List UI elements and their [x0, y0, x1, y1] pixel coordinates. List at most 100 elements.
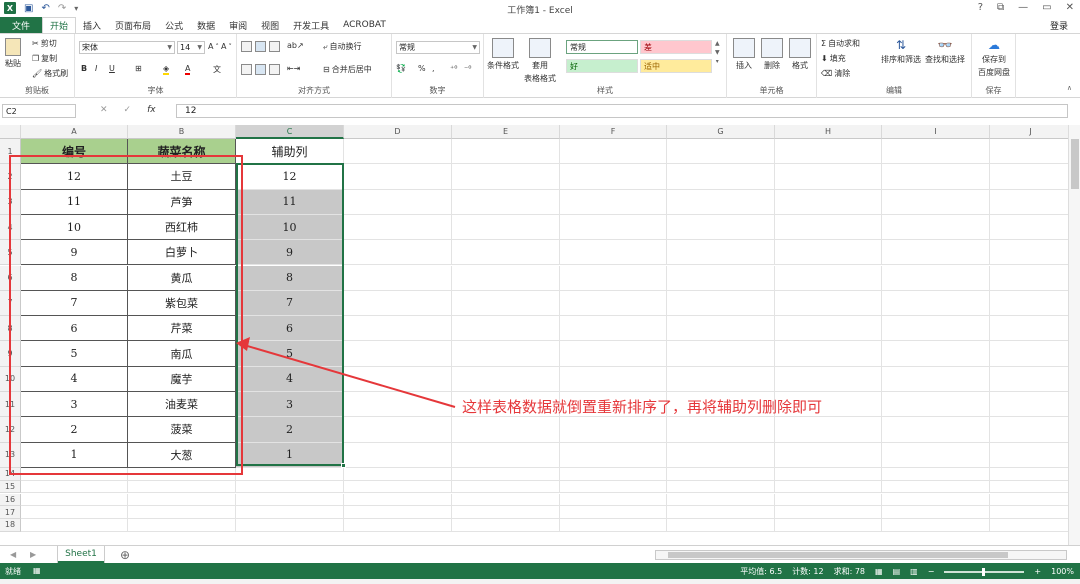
- cell-b16[interactable]: [128, 493, 236, 507]
- cell-f7[interactable]: [560, 290, 667, 317]
- cell-f16[interactable]: [560, 493, 667, 507]
- cell-f4[interactable]: [560, 214, 667, 241]
- cell-d1[interactable]: [344, 139, 452, 165]
- cell-b1[interactable]: 蔬菜名称: [128, 139, 236, 165]
- bottom-align-button[interactable]: [269, 41, 280, 52]
- find-select-button[interactable]: 👓 查找和选择: [925, 38, 965, 65]
- autosum-button[interactable]: Σ 自动求和: [821, 38, 860, 49]
- cell-g16[interactable]: [667, 493, 775, 507]
- next-sheet-icon[interactable]: ▶: [30, 550, 36, 559]
- styles-scroll[interactable]: ▲ ▼ ▾: [715, 40, 720, 65]
- fill-color-button[interactable]: ◈: [163, 64, 170, 75]
- cell-i18[interactable]: [882, 519, 990, 532]
- row-header-9[interactable]: 9: [0, 341, 21, 367]
- macro-record-icon[interactable]: ▦: [33, 566, 41, 577]
- cell-h3[interactable]: [775, 189, 882, 215]
- column-header-h[interactable]: H: [775, 125, 882, 139]
- cell-a15[interactable]: [21, 480, 128, 494]
- cell-d6[interactable]: [344, 265, 452, 291]
- cell-b12[interactable]: 菠菜: [128, 417, 236, 443]
- tab-view[interactable]: 视图: [254, 17, 286, 33]
- borders-button[interactable]: ⊞: [135, 64, 142, 73]
- column-header-j[interactable]: J: [990, 125, 1072, 139]
- italic-button[interactable]: I: [95, 64, 97, 73]
- increase-decimal-button[interactable]: ⁺⁰: [450, 64, 457, 73]
- horizontal-scroll-thumb[interactable]: [668, 552, 1008, 558]
- cell-i9[interactable]: [882, 341, 990, 367]
- cell-a6[interactable]: 8: [21, 265, 128, 291]
- style-bad[interactable]: 差: [640, 40, 712, 54]
- font-color-button[interactable]: A: [185, 64, 191, 75]
- cell-e10[interactable]: [452, 366, 560, 392]
- cell-h10[interactable]: [775, 366, 882, 392]
- fill-handle[interactable]: [341, 463, 346, 468]
- close-button[interactable]: ✕: [1066, 2, 1074, 13]
- tab-insert[interactable]: 插入: [76, 17, 108, 33]
- cell-b5[interactable]: 白萝卜: [128, 240, 236, 266]
- page-layout-view-icon[interactable]: ▤: [893, 567, 901, 576]
- cell-d2[interactable]: [344, 164, 452, 190]
- cell-j12[interactable]: [990, 417, 1072, 443]
- fill-button[interactable]: ⬇ 填充: [821, 53, 846, 64]
- cell-h16[interactable]: [775, 493, 882, 507]
- percent-button[interactable]: %: [418, 64, 426, 73]
- row-header-8[interactable]: 8: [0, 316, 21, 342]
- cell-j17[interactable]: [990, 506, 1072, 520]
- cell-i5[interactable]: [882, 240, 990, 266]
- cell-e13[interactable]: [452, 442, 560, 468]
- cell-c5[interactable]: 9: [236, 240, 344, 266]
- number-format-combo[interactable]: 常规 ▼: [396, 41, 480, 54]
- cell-j18[interactable]: [990, 519, 1072, 532]
- cell-f14[interactable]: [560, 467, 667, 481]
- column-header-g[interactable]: G: [667, 125, 775, 139]
- cell-d7[interactable]: [344, 290, 452, 317]
- merge-center-button[interactable]: ⊟ 合并后居中: [323, 64, 372, 75]
- cell-a18[interactable]: [21, 519, 128, 532]
- cell-e3[interactable]: [452, 189, 560, 215]
- row-header-17[interactable]: 17: [0, 506, 21, 520]
- insert-cells-button[interactable]: 插入: [733, 38, 755, 71]
- cell-g7[interactable]: [667, 290, 775, 317]
- cell-d8[interactable]: [344, 316, 452, 342]
- cell-a10[interactable]: 4: [21, 366, 128, 392]
- cell-g6[interactable]: [667, 265, 775, 291]
- cell-a5[interactable]: 9: [21, 240, 128, 266]
- cell-b3[interactable]: 芦笋: [128, 189, 236, 215]
- cell-i6[interactable]: [882, 265, 990, 291]
- cell-e15[interactable]: [452, 480, 560, 494]
- underline-button[interactable]: U: [109, 64, 115, 73]
- cell-g2[interactable]: [667, 164, 775, 190]
- cell-a1[interactable]: 编号: [21, 139, 128, 165]
- zoom-in-button[interactable]: +: [1034, 567, 1041, 576]
- cell-c15[interactable]: [236, 480, 344, 494]
- orientation-button[interactable]: ab↗: [287, 41, 304, 50]
- cell-g3[interactable]: [667, 189, 775, 215]
- cell-d3[interactable]: [344, 189, 452, 215]
- cell-g18[interactable]: [667, 519, 775, 532]
- tab-acrobat[interactable]: ACROBAT: [336, 17, 393, 33]
- cell-j10[interactable]: [990, 366, 1072, 392]
- cell-h7[interactable]: [775, 290, 882, 317]
- cell-a3[interactable]: 11: [21, 189, 128, 215]
- cell-b15[interactable]: [128, 480, 236, 494]
- row-header-10[interactable]: 10: [0, 366, 21, 392]
- cell-g8[interactable]: [667, 316, 775, 342]
- row-header-13[interactable]: 13: [0, 442, 21, 468]
- format-cells-button[interactable]: 格式: [789, 38, 811, 71]
- vertical-scroll-thumb[interactable]: [1071, 139, 1079, 189]
- cell-e6[interactable]: [452, 265, 560, 291]
- cell-a12[interactable]: 2: [21, 417, 128, 443]
- column-header-d[interactable]: D: [344, 125, 452, 139]
- wrap-text-button[interactable]: ⤶ 自动换行: [323, 41, 361, 52]
- minimize-button[interactable]: —: [1018, 2, 1028, 13]
- cell-f9[interactable]: [560, 341, 667, 367]
- cell-h13[interactable]: [775, 442, 882, 468]
- cell-d13[interactable]: [344, 442, 452, 468]
- cell-f15[interactable]: [560, 480, 667, 494]
- cell-h1[interactable]: [775, 139, 882, 165]
- cell-i16[interactable]: [882, 493, 990, 507]
- cell-b8[interactable]: 芹菜: [128, 316, 236, 342]
- cell-f3[interactable]: [560, 189, 667, 215]
- font-name-combo[interactable]: 宋体 ▼: [79, 41, 175, 54]
- cell-j11[interactable]: [990, 392, 1072, 418]
